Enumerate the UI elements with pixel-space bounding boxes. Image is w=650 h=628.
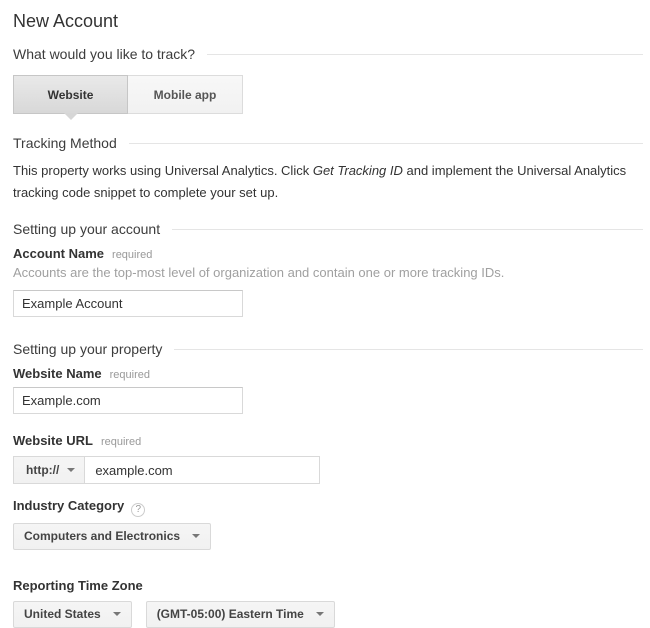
page-title: New Account <box>13 10 643 32</box>
reporting-time-zone-label-row: Reporting Time Zone <box>13 578 643 593</box>
website-name-input[interactable] <box>13 387 243 414</box>
account-name-required-badge: required <box>112 249 152 261</box>
new-account-page: New Account What would you like to track… <box>0 0 650 628</box>
protocol-dropdown[interactable]: http:// <box>13 456 85 484</box>
chevron-down-icon <box>67 468 75 472</box>
account-name-help-text: Accounts are the top-most level of organ… <box>13 265 643 281</box>
tab-website[interactable]: Website <box>13 75 128 114</box>
website-url-input[interactable] <box>85 456 320 484</box>
tracking-method-heading: Tracking Method <box>13 135 117 151</box>
section-divider <box>174 349 643 350</box>
account-section-heading: Setting up your account <box>13 221 160 237</box>
protocol-dropdown-value: http:// <box>26 463 59 477</box>
account-name-label: Account Name <box>13 246 104 261</box>
description-italic: Get Tracking ID <box>313 163 403 178</box>
section-divider <box>172 229 643 230</box>
website-name-required-badge: required <box>110 369 150 381</box>
tab-mobile-app-label: Mobile app <box>154 88 217 102</box>
description-part1: This property works using Universal Anal… <box>13 163 313 178</box>
tab-mobile-app[interactable]: Mobile app <box>128 75 243 114</box>
industry-category-label-row: Industry Category ? <box>13 498 643 515</box>
account-name-label-row: Account Name required <box>13 246 643 261</box>
country-dropdown[interactable]: United States <box>13 601 132 628</box>
website-url-label-row: Website URL required <box>13 433 643 448</box>
property-section-heading: Setting up your property <box>13 341 162 357</box>
industry-category-dropdown[interactable]: Computers and Electronics <box>13 523 211 550</box>
website-name-label: Website Name <box>13 366 102 381</box>
tab-website-label: Website <box>48 88 94 102</box>
track-type-tabs: Website Mobile app <box>13 75 643 114</box>
account-section-heading-row: Setting up your account <box>13 221 643 237</box>
track-section-heading-row: What would you like to track? <box>13 46 643 62</box>
chevron-down-icon <box>192 534 200 538</box>
tracking-method-heading-row: Tracking Method <box>13 135 643 151</box>
account-name-input[interactable] <box>13 290 243 317</box>
time-zone-dropdown[interactable]: (GMT-05:00) Eastern Time <box>146 601 335 628</box>
section-divider <box>129 143 643 144</box>
help-icon[interactable]: ? <box>131 503 145 517</box>
website-url-label: Website URL <box>13 433 93 448</box>
tracking-method-description: This property works using Universal Anal… <box>13 160 643 204</box>
industry-category-label: Industry Category <box>13 498 124 513</box>
property-section-heading-row: Setting up your property <box>13 341 643 357</box>
chevron-down-icon <box>113 612 121 616</box>
section-divider <box>207 54 643 55</box>
website-url-group: http:// <box>13 456 643 484</box>
chevron-down-icon <box>316 612 324 616</box>
selected-tab-pointer-icon <box>64 113 78 120</box>
time-zone-dropdown-value: (GMT-05:00) Eastern Time <box>157 607 304 621</box>
website-url-required-badge: required <box>101 436 141 448</box>
industry-category-value: Computers and Electronics <box>24 529 180 543</box>
website-name-label-row: Website Name required <box>13 366 643 381</box>
time-zone-controls: United States (GMT-05:00) Eastern Time <box>13 593 643 628</box>
reporting-time-zone-label: Reporting Time Zone <box>13 578 143 593</box>
country-dropdown-value: United States <box>24 607 101 621</box>
track-section-heading: What would you like to track? <box>13 46 195 62</box>
